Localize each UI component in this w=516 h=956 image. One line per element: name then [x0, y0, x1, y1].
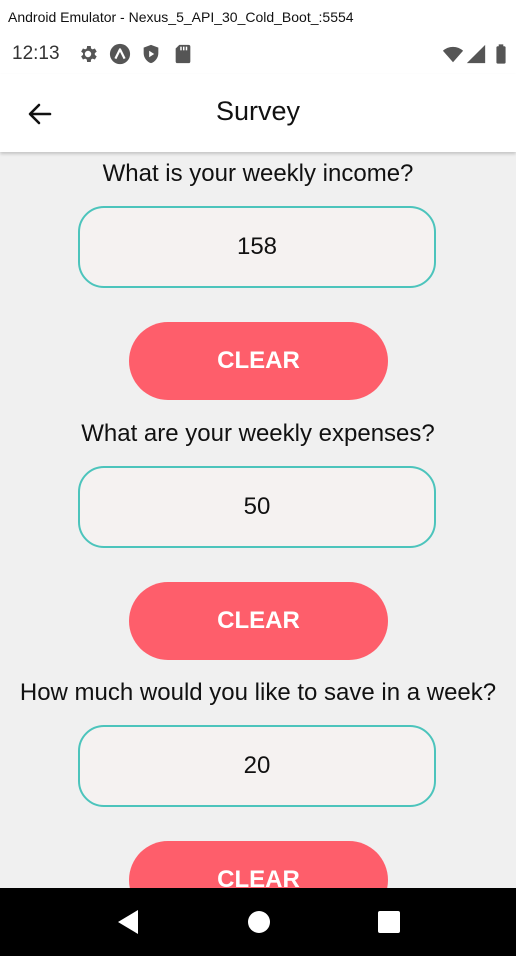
signal-icon [466, 44, 486, 64]
page-title: Survey [215, 96, 301, 126]
gear-icon [81, 46, 97, 62]
app-bar: Survey [0, 74, 516, 152]
clear-income-button[interactable]: CLEAR [129, 322, 388, 400]
battery-icon [496, 44, 506, 64]
question-income-label: What is your weekly income? [102, 160, 414, 187]
savings-input[interactable] [78, 725, 436, 807]
clear-savings-button[interactable]: CLEAR [129, 841, 388, 888]
status-time: 12:13 [12, 43, 60, 64]
a-circle-icon [109, 43, 131, 65]
system-nav-bar [0, 888, 516, 956]
wifi-icon [442, 46, 464, 63]
status-bar: 12:13 [0, 34, 516, 74]
survey-content[interactable]: What is your weekly income? CLEAR What a… [0, 152, 516, 888]
expenses-input[interactable] [78, 466, 436, 548]
home-circle-icon[interactable] [244, 907, 274, 937]
shield-play-icon [143, 44, 159, 64]
clear-expenses-button[interactable]: CLEAR [129, 582, 388, 660]
recents-square-icon[interactable] [374, 907, 404, 937]
back-triangle-icon[interactable] [114, 907, 144, 937]
question-savings-label: How much would you like to save in a wee… [19, 679, 497, 706]
emulator-title: Android Emulator - Nexus_5_API_30_Cold_B… [8, 9, 354, 25]
emulator-title-bar: Android Emulator - Nexus_5_API_30_Cold_B… [0, 0, 516, 34]
question-expenses-label: What are your weekly expenses? [81, 420, 435, 447]
sd-card-icon [175, 44, 191, 64]
income-input[interactable] [78, 206, 436, 288]
